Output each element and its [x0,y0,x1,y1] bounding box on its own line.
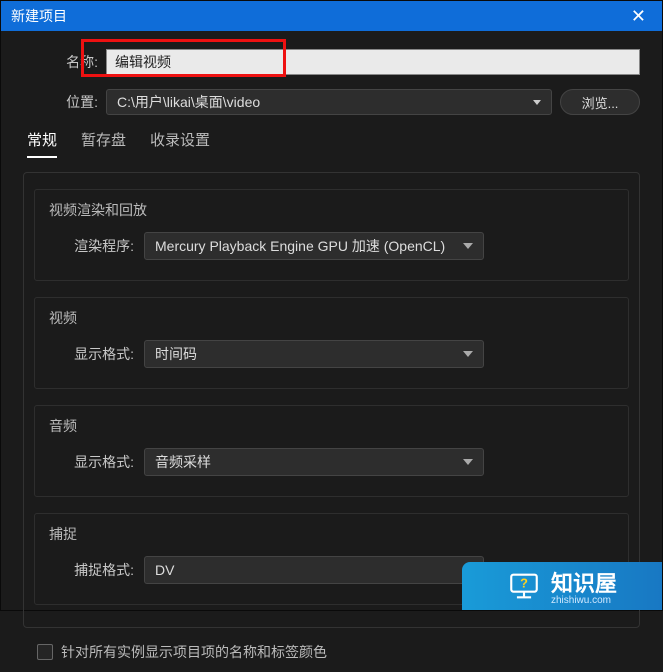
browse-button[interactable]: 浏览... [560,89,640,115]
location-value: C:\用户\likai\桌面\video [117,92,260,112]
section-title: 视频渲染和回放 [49,200,614,220]
name-row: 名称: [23,49,640,75]
settings-panel: 视频渲染和回放 渲染程序: Mercury Playback Engine GP… [23,172,640,628]
monitor-icon: ? [507,569,541,603]
window-title: 新建项目 [11,6,67,26]
checkbox-icon[interactable] [37,644,53,660]
video-display-value: 时间码 [155,344,197,364]
audio-display-value: 音频采样 [155,452,211,472]
capture-format-label: 捕捉格式: [49,560,134,580]
section-video: 视频 显示格式: 时间码 [34,297,629,389]
show-name-color-checkbox-row[interactable]: 针对所有实例显示项目项的名称和标签颜色 [37,642,640,662]
name-label: 名称: [23,52,98,72]
close-icon[interactable]: ✕ [625,6,652,27]
watermark-text: 知识屋 zhishiwu.com [551,566,617,606]
renderer-label: 渲染程序: [49,236,134,256]
svg-text:?: ? [520,575,528,590]
location-row: 位置: C:\用户\likai\桌面\video 浏览... [23,89,640,115]
watermark-sub: zhishiwu.com [551,595,611,606]
watermark-main: 知识屋 [551,566,617,598]
audio-display-select[interactable]: 音频采样 [144,448,484,476]
watermark: ? 知识屋 zhishiwu.com [462,562,662,610]
chevron-down-icon [463,459,473,465]
audio-display-label: 显示格式: [49,452,134,472]
renderer-value: Mercury Playback Engine GPU 加速 (OpenCL) [155,236,445,256]
section-audio: 音频 显示格式: 音频采样 [34,405,629,497]
chevron-down-icon [463,243,473,249]
tab-scratch[interactable]: 暂存盘 [81,129,126,158]
video-display-label: 显示格式: [49,344,134,364]
tab-general[interactable]: 常规 [27,129,57,158]
chevron-down-icon [533,100,541,105]
chevron-down-icon [463,351,473,357]
capture-format-select[interactable]: DV [144,556,484,584]
renderer-row: 渲染程序: Mercury Playback Engine GPU 加速 (Op… [49,232,614,260]
tabs: 常规 暂存盘 收录设置 [27,129,640,158]
section-title: 捕捉 [49,524,614,544]
renderer-select[interactable]: Mercury Playback Engine GPU 加速 (OpenCL) [144,232,484,260]
location-label: 位置: [23,92,98,112]
name-input[interactable] [106,49,640,75]
section-video-render: 视频渲染和回放 渲染程序: Mercury Playback Engine GP… [34,189,629,281]
checkbox-label: 针对所有实例显示项目项的名称和标签颜色 [61,642,327,662]
section-title: 视频 [49,308,614,328]
location-select[interactable]: C:\用户\likai\桌面\video [106,89,552,115]
video-display-select[interactable]: 时间码 [144,340,484,368]
capture-format-value: DV [155,562,174,578]
section-title: 音频 [49,416,614,436]
audio-display-row: 显示格式: 音频采样 [49,448,614,476]
titlebar: 新建项目 ✕ [1,1,662,31]
video-display-row: 显示格式: 时间码 [49,340,614,368]
tab-ingest[interactable]: 收录设置 [150,129,210,158]
